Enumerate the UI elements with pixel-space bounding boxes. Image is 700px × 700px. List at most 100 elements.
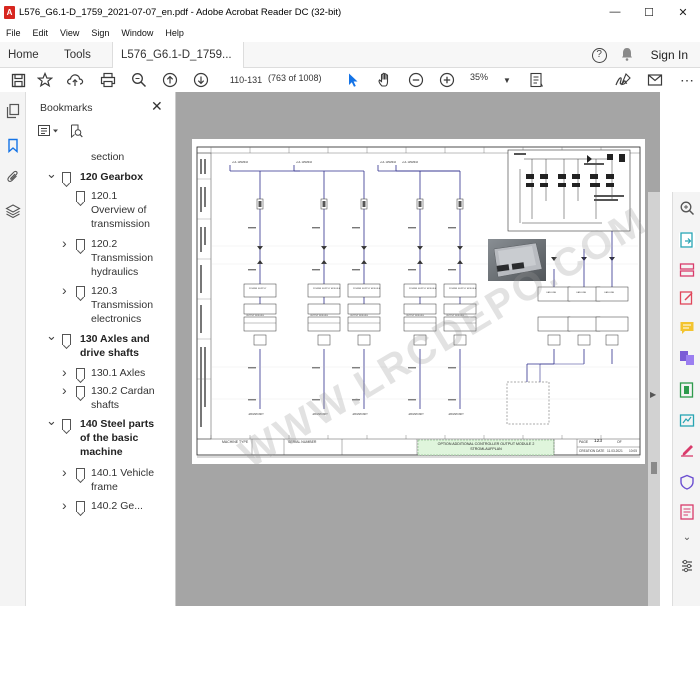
- chevron-down-icon[interactable]: ⌄: [46, 413, 57, 429]
- upload-icon[interactable]: [65, 70, 85, 90]
- menu-sign[interactable]: Sign: [91, 28, 109, 38]
- zoom-in-icon[interactable]: [437, 70, 457, 90]
- bookmark-item-label: electronics: [91, 313, 142, 325]
- save-icon[interactable]: [8, 70, 28, 90]
- bookmark-item-label: shafts: [91, 399, 120, 411]
- bookmark-item[interactable]: 120 Gearbox: [80, 170, 143, 184]
- terminal-box: [547, 334, 561, 346]
- search-tools-icon[interactable]: [679, 200, 695, 216]
- module-box: [443, 303, 477, 315]
- tab-document-label: L576_G6.1-D_1759...: [121, 48, 232, 61]
- bookmark-item[interactable]: 120.1 Overview of transmission: [91, 189, 150, 231]
- connector-symbol: [457, 246, 463, 250]
- expand-tools-icon[interactable]: ⌄: [679, 532, 695, 548]
- page-thumbnails-icon[interactable]: [4, 102, 22, 120]
- bookmark-item[interactable]: 130 Axles and drive shafts: [80, 332, 150, 360]
- fit-page-icon[interactable]: [526, 70, 546, 90]
- chevron-right-icon[interactable]: ›: [62, 382, 67, 398]
- connector-symbol: [361, 260, 367, 264]
- minimize-button[interactable]: —: [598, 0, 632, 24]
- pdf-page: +UL 115M310 +UL 115M310 +UL 115M310 +UL 115…: [192, 139, 645, 464]
- title-bar: A L576_G6.1-D_1759_2021-07-07_en.pdf - A…: [0, 0, 700, 24]
- bookmark-item[interactable]: 120.3 Transmission electronics: [91, 284, 153, 326]
- bookmark-item[interactable]: 140 Steel parts of the basic machine: [80, 417, 154, 459]
- compress-pdf-icon[interactable]: [679, 382, 695, 398]
- help-icon[interactable]: ?: [591, 47, 607, 63]
- fuse-element: [322, 201, 326, 207]
- hand-icon[interactable]: [375, 70, 395, 90]
- mail-icon[interactable]: [645, 70, 665, 90]
- chevron-right-icon[interactable]: ›: [62, 282, 67, 298]
- bookmarks-panel-icon[interactable]: [4, 136, 22, 154]
- close-window-button[interactable]: ✕: [666, 0, 700, 24]
- export-pdf-icon[interactable]: [679, 232, 695, 248]
- zoom-level[interactable]: 35%: [470, 72, 488, 82]
- menu-window[interactable]: Window: [121, 28, 153, 38]
- layers-icon[interactable]: [4, 202, 22, 220]
- chevron-right-icon[interactable]: ›: [62, 464, 67, 480]
- page-up-icon[interactable]: [160, 70, 180, 90]
- select-arrow-icon[interactable]: [343, 70, 363, 90]
- text-stroke: [248, 399, 256, 401]
- tab-home[interactable]: Home: [0, 42, 56, 68]
- chevron-down-icon[interactable]: ⌄: [46, 166, 57, 182]
- menu-edit[interactable]: Edit: [33, 28, 49, 38]
- bookmark-item[interactable]: 140.2 Ge...: [91, 499, 143, 513]
- protect-icon[interactable]: [679, 412, 695, 428]
- module-box: [243, 316, 277, 332]
- fuse-element: [418, 201, 422, 207]
- chevron-right-icon[interactable]: ›: [62, 364, 67, 380]
- bookmark-star-icon[interactable]: [35, 70, 55, 90]
- module-box: [443, 316, 477, 332]
- more-icon[interactable]: ⋯: [677, 70, 697, 90]
- attachment-icon[interactable]: [4, 168, 22, 186]
- fill-sign-icon[interactable]: [679, 442, 695, 458]
- module-box: [537, 316, 571, 332]
- combine-files-icon[interactable]: [679, 350, 695, 366]
- zoom-dropdown-icon[interactable]: ▼: [497, 70, 517, 90]
- bookmark-item[interactable]: section: [91, 150, 124, 164]
- print-icon[interactable]: [98, 70, 118, 90]
- text-stroke: [448, 399, 456, 401]
- module-box: [595, 286, 629, 302]
- bookmark-item[interactable]: 130.1 Axles: [91, 366, 145, 380]
- comment-icon[interactable]: [679, 320, 695, 336]
- bookmark-options-icon[interactable]: [38, 125, 60, 140]
- module-label: POWER SUPPLY MODULE: [353, 288, 381, 290]
- bookmark-item[interactable]: 130.2 Cardan shafts: [91, 384, 155, 412]
- left-rail: [0, 92, 26, 606]
- organize-pages-icon[interactable]: [679, 262, 695, 278]
- terminal-box: [253, 334, 267, 346]
- menu-help[interactable]: Help: [165, 28, 184, 38]
- menu-file[interactable]: File: [6, 28, 21, 38]
- page-down-icon[interactable]: [191, 70, 211, 90]
- more-tools-icon[interactable]: [679, 504, 695, 520]
- bookmark-icon: [76, 467, 85, 479]
- module-label: CAN LINE: [604, 291, 615, 294]
- chevron-right-icon[interactable]: ›: [62, 497, 67, 513]
- bookmark-item[interactable]: 120.2 Transmission hydraulics: [91, 237, 153, 279]
- maximize-button[interactable]: ☐: [632, 0, 666, 24]
- tab-tools[interactable]: Tools: [56, 42, 112, 68]
- bookmark-item[interactable]: 140.1 Vehicle frame: [91, 466, 154, 494]
- collapse-right-panel-icon[interactable]: ▶: [650, 390, 656, 399]
- vertical-scrollbar[interactable]: [648, 192, 660, 606]
- scrollbar-thumb[interactable]: [651, 462, 657, 474]
- find-bookmark-icon[interactable]: [70, 124, 83, 141]
- tab-document[interactable]: L576_G6.1-D_1759... ×: [112, 41, 244, 88]
- sign-icon[interactable]: [613, 70, 633, 90]
- chevron-down-icon[interactable]: ⌄: [46, 328, 57, 344]
- sign-in-link[interactable]: Sign In: [651, 48, 688, 62]
- bookmark-item-label: Transmission: [91, 251, 154, 264]
- edit-pdf-icon[interactable]: [679, 290, 695, 306]
- close-bookmarks-icon[interactable]: ✕: [151, 98, 163, 115]
- bell-icon[interactable]: [621, 47, 633, 64]
- output-label: OUTPUT MODULE: [310, 315, 329, 317]
- zoom-search-icon[interactable]: [129, 70, 149, 90]
- zoom-out-icon[interactable]: [406, 70, 426, 90]
- chevron-right-icon[interactable]: ›: [62, 235, 67, 251]
- menu-view[interactable]: View: [60, 28, 79, 38]
- shield-icon[interactable]: [679, 474, 695, 490]
- page-number-input[interactable]: 110-131: [227, 72, 265, 88]
- settings-icon[interactable]: [679, 558, 695, 574]
